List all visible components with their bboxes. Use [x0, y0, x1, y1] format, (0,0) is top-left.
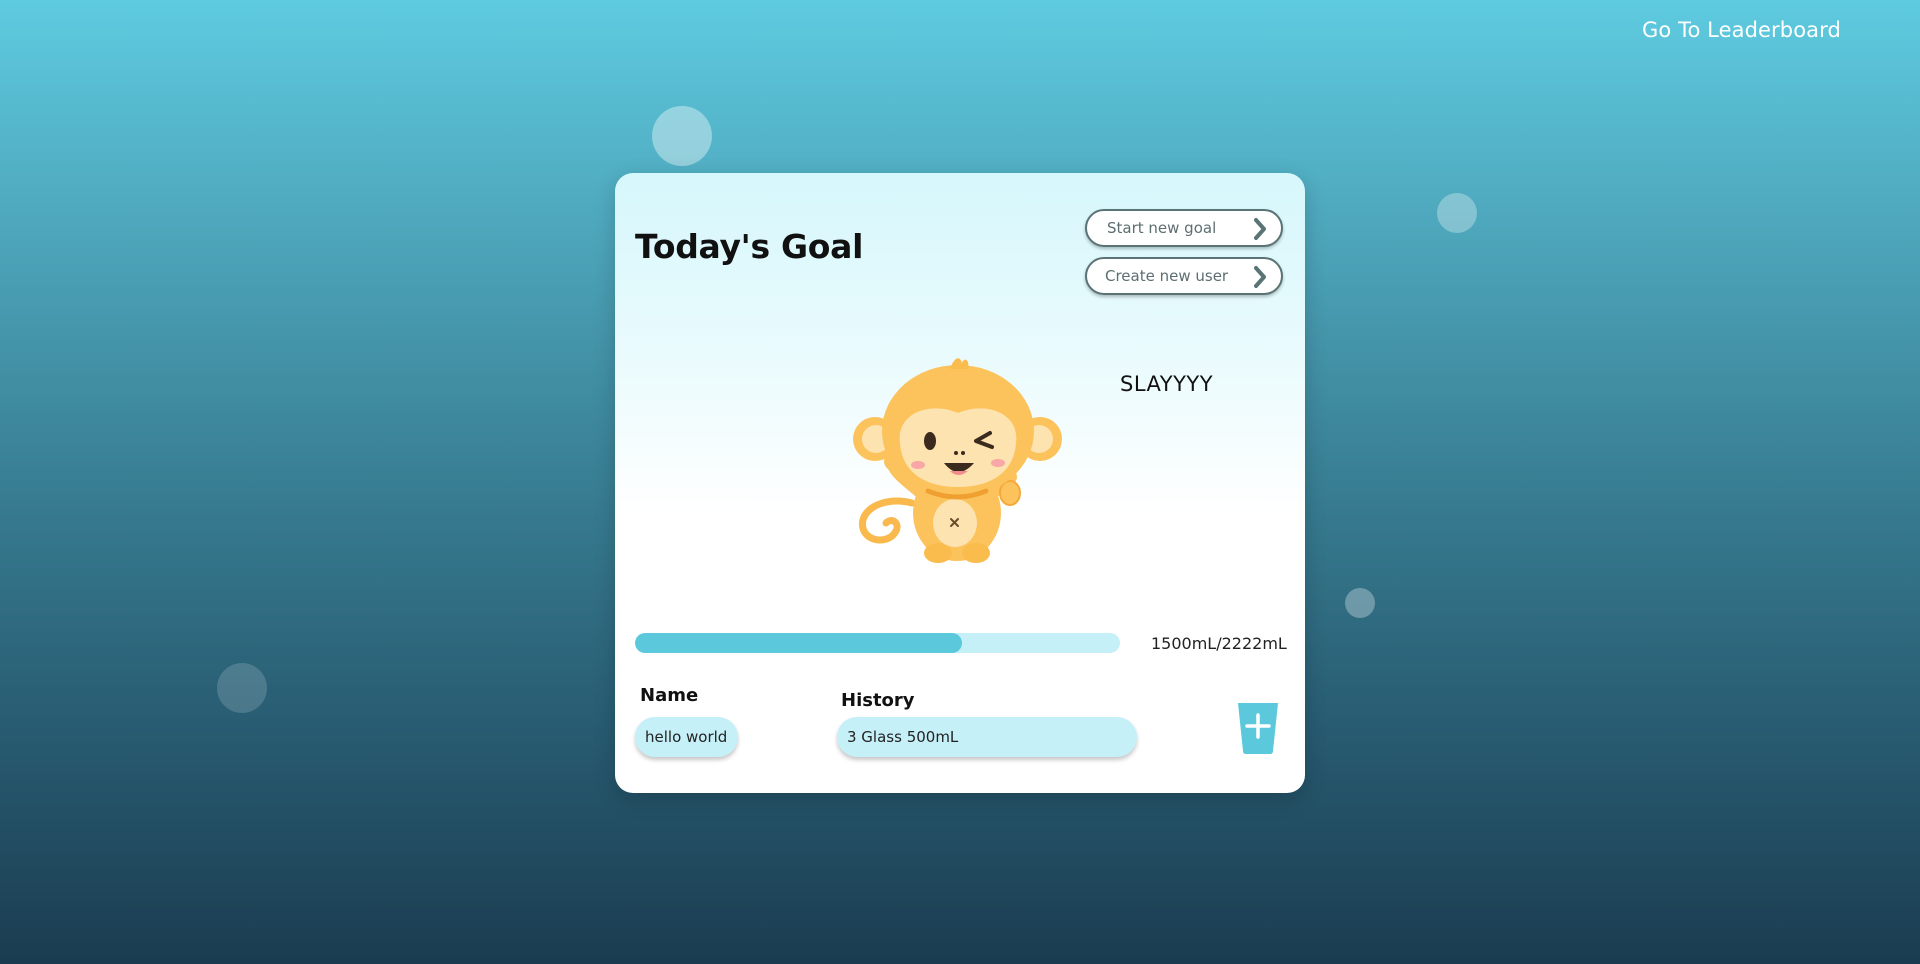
- start-new-goal-button[interactable]: Start new goal: [1085, 209, 1283, 247]
- decorative-bubble: [1345, 588, 1375, 618]
- water-progress-bar: [635, 633, 1120, 653]
- history-label: History: [841, 690, 915, 711]
- name-field[interactable]: hello world: [635, 717, 738, 757]
- leaderboard-link[interactable]: Go To Leaderboard: [1642, 18, 1841, 42]
- status-message: SLAYYYY: [1120, 372, 1214, 396]
- name-label: Name: [640, 685, 699, 706]
- water-progress-fill: [635, 633, 963, 653]
- chevron-right-icon: [1254, 218, 1266, 240]
- add-water-button[interactable]: [1238, 701, 1278, 755]
- goal-card: Today's Goal Start new goal Create new u…: [615, 173, 1305, 793]
- chevron-right-icon: [1254, 266, 1266, 288]
- water-progress-text: 1500mL/2222mL: [1151, 634, 1287, 653]
- page-title: Today's Goal: [635, 227, 864, 266]
- decorative-bubble: [652, 106, 712, 166]
- create-new-user-label: Create new user: [1105, 267, 1229, 285]
- decorative-bubble: [1437, 193, 1477, 233]
- decorative-bubble: [217, 663, 267, 713]
- create-new-user-button[interactable]: Create new user: [1085, 257, 1283, 295]
- monkey-mascot-image: [853, 358, 1062, 563]
- history-field[interactable]: 3 Glass 500mL: [837, 717, 1137, 757]
- start-new-goal-label: Start new goal: [1107, 219, 1217, 237]
